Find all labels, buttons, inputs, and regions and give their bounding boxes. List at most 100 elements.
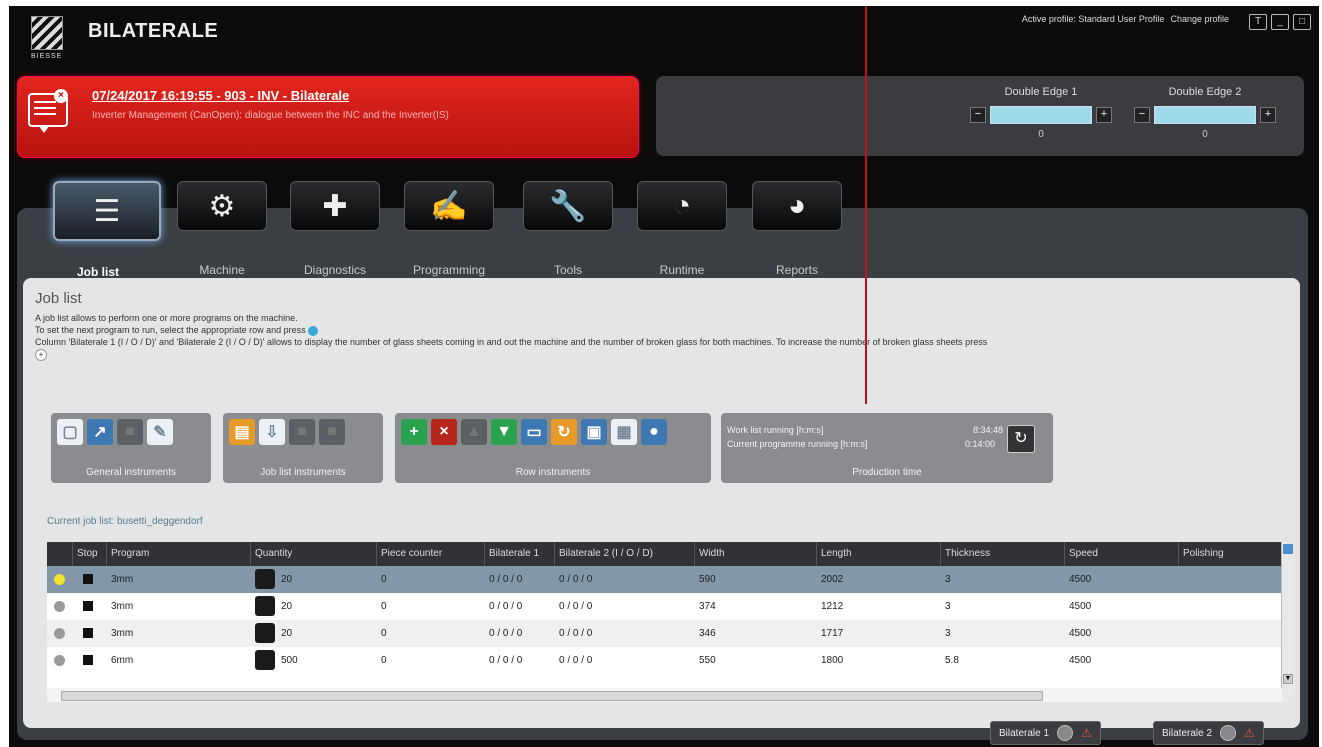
tab-machine[interactable]: ⚙ Machine: [177, 181, 267, 277]
programmer-icon: ✍: [404, 181, 494, 231]
tab-job-list[interactable]: ☰ Job list: [53, 181, 161, 279]
status-led-icon: [54, 654, 65, 666]
increase-button[interactable]: +: [1096, 107, 1112, 123]
save-icon[interactable]: ■: [117, 419, 143, 445]
column-header[interactable]: Bilaterale 2 (I / O / D): [555, 542, 695, 566]
biesse-logo: BIESSE: [31, 16, 67, 62]
column-header[interactable]: Speed: [1065, 542, 1179, 566]
refresh-row-icon[interactable]: ↻: [551, 419, 577, 445]
quantity-icon[interactable]: [255, 569, 275, 590]
increase-button[interactable]: +: [1260, 107, 1276, 123]
text-size-button[interactable]: T: [1249, 14, 1267, 30]
alarm-description: Inverter Management (CanOpen): dialogue …: [92, 110, 449, 121]
add-row-icon[interactable]: +: [401, 419, 427, 445]
tab-programming[interactable]: ✍ Programming: [404, 181, 494, 277]
maximize-button[interactable]: □: [1293, 14, 1311, 30]
machine-led-icon: [1220, 725, 1237, 741]
table-row[interactable]: 6mm 500 0 0 / 0 / 0 0 / 0 / 0 550 1800 5…: [47, 647, 1294, 674]
tab-diagnostics[interactable]: ✚ Diagnostics: [290, 181, 380, 277]
job-list-instruments-group: ▤ ⇩ ■ ■ Job list instruments: [223, 413, 383, 483]
alarm-title[interactable]: 07/24/2017 16:19:55 - 903 - INV - Bilate…: [92, 88, 349, 103]
pie-chart-icon: ◕: [752, 181, 842, 231]
general-instruments-group: ▢ ↗ ■ ✎ General instruments: [51, 413, 211, 483]
tab-reports[interactable]: ◕ Reports: [752, 181, 842, 277]
window-controls: T _ □: [1249, 14, 1311, 30]
column-header[interactable]: Polishing: [1179, 542, 1282, 566]
status-led-icon: [54, 573, 65, 585]
scroll-thumb[interactable]: [61, 691, 1043, 701]
stop-checkbox[interactable]: [83, 655, 93, 666]
double-edge-1: Double Edge 1 − + 0: [966, 86, 1116, 140]
column-header[interactable]: Length: [817, 542, 941, 566]
decrease-button[interactable]: −: [970, 107, 986, 123]
alarm-bell-icon: ⚠: [1081, 726, 1092, 740]
wrench-icon: 🔧: [523, 181, 613, 231]
alarm-banner[interactable]: × 07/24/2017 16:19:55 - 903 - INV - Bila…: [17, 76, 639, 158]
table-row[interactable]: 3mm 20 0 0 / 0 / 0 0 / 0 / 0 374 1212 3 …: [47, 593, 1294, 620]
job-list-save-icon[interactable]: ■: [289, 419, 315, 445]
window-icon[interactable]: ▣: [581, 419, 607, 445]
production-time-panel: Work list running [h:m:s] 8:34:48 Curren…: [721, 413, 1053, 483]
quantity-icon[interactable]: [255, 623, 275, 644]
run-globe-icon[interactable]: ●: [641, 419, 667, 445]
row-properties-icon[interactable]: ▭: [521, 419, 547, 445]
machine-status-2[interactable]: Bilaterale 2 ⚠: [1153, 721, 1264, 745]
decrease-button[interactable]: −: [1134, 107, 1150, 123]
edge-1-bar: [990, 106, 1092, 124]
current-job-list: Current job list: busetti_deggendorf: [47, 516, 203, 527]
delete-row-icon[interactable]: ×: [431, 419, 457, 445]
callout-line: [865, 6, 867, 404]
gauge-icon: ◔: [637, 181, 727, 231]
profile-area: Active profile: Standard User Profile Ch…: [1022, 14, 1229, 24]
stop-checkbox[interactable]: [83, 601, 93, 612]
column-header[interactable]: Thickness: [941, 542, 1065, 566]
horizontal-scrollbar[interactable]: [47, 688, 1282, 702]
double-edge-panel: Double Edge 1 − + 0 Double Edge 2 − + 0: [656, 76, 1304, 156]
open-folder-icon[interactable]: ↗: [87, 419, 113, 445]
alarm-message-icon: ×: [28, 89, 72, 133]
machine-status-1[interactable]: Bilaterale 1 ⚠: [990, 721, 1101, 745]
preview-icon[interactable]: ▦: [611, 419, 637, 445]
job-list-open-icon[interactable]: ▤: [229, 419, 255, 445]
job-table: Stop Program Quantity Piece counter Bila…: [47, 542, 1294, 702]
column-header[interactable]: Stop: [73, 542, 107, 566]
column-header[interactable]: Bilaterale 1: [485, 542, 555, 566]
stop-checkbox[interactable]: [83, 628, 93, 639]
row-instruments-group: + × ▲ ▼ ▭ ↻ ▣ ▦ ● Row instruments: [395, 413, 711, 483]
table-row[interactable]: 3mm 20 0 0 / 0 / 0 0 / 0 / 0 590 2002 3 …: [47, 566, 1294, 593]
table-row[interactable]: 3mm 20 0 0 / 0 / 0 0 / 0 / 0 346 1717 3 …: [47, 620, 1294, 647]
vertical-scrollbar[interactable]: ▼: [1281, 542, 1294, 702]
tab-runtime[interactable]: ◔ Runtime: [637, 181, 727, 277]
minimize-button[interactable]: _: [1271, 14, 1289, 30]
refresh-icon[interactable]: ↻: [1007, 425, 1035, 453]
stop-checkbox[interactable]: [83, 574, 93, 585]
application-window: BIESSE BILATERALE Active profile: Standa…: [9, 6, 1319, 747]
job-list-panel: Job list A job list allows to perform on…: [23, 278, 1300, 728]
alarm-bell-icon: ⚠: [1244, 726, 1255, 740]
change-profile-link[interactable]: Change profile: [1170, 14, 1229, 24]
table-header: Stop Program Quantity Piece counter Bila…: [47, 542, 1294, 566]
move-down-icon[interactable]: ▼: [491, 419, 517, 445]
quantity-icon[interactable]: [255, 650, 275, 671]
job-list-export-icon[interactable]: ■: [319, 419, 345, 445]
quantity-icon[interactable]: [255, 596, 275, 617]
column-header[interactable]: Width: [695, 542, 817, 566]
scroll-down-icon[interactable]: ▼: [1283, 674, 1293, 684]
globe-icon: [308, 325, 319, 336]
job-list-import-icon[interactable]: ⇩: [259, 419, 285, 445]
gears-icon: ⚙: [177, 181, 267, 231]
column-header[interactable]: Program: [107, 542, 251, 566]
page-description: A job list allows to perform one or more…: [35, 313, 988, 361]
machine-led-icon: [1057, 725, 1074, 741]
column-header[interactable]: Piece counter: [377, 542, 485, 566]
joblist-icon: ☰: [53, 181, 161, 241]
new-document-icon[interactable]: ▢: [57, 419, 83, 445]
tab-tools[interactable]: 🔧 Tools: [523, 181, 613, 277]
scroll-up-icon[interactable]: [1283, 544, 1293, 554]
edge-2-bar: [1154, 106, 1256, 124]
page-title: Job list: [35, 290, 82, 307]
edit-icon[interactable]: ✎: [147, 419, 173, 445]
move-up-icon[interactable]: ▲: [461, 419, 487, 445]
column-header[interactable]: Quantity: [251, 542, 377, 566]
active-profile-label: Active profile: Standard User Profile: [1021, 14, 1165, 24]
